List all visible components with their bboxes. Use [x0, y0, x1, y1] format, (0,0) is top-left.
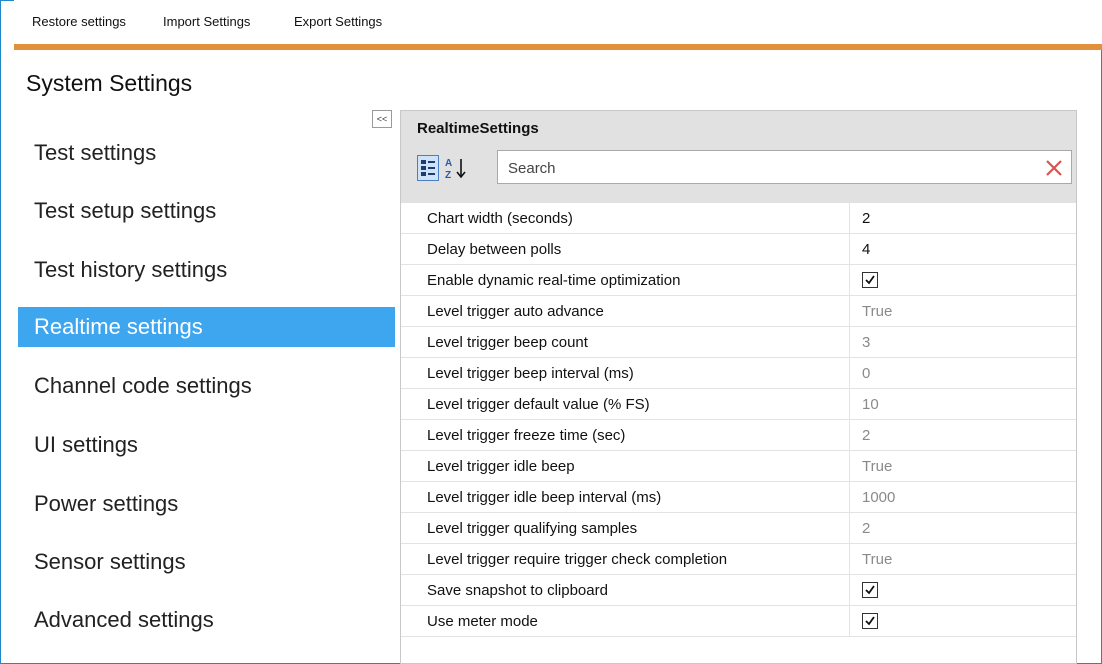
- property-value[interactable]: 2: [862, 513, 870, 544]
- categorized-sort-icon[interactable]: [417, 155, 439, 181]
- collapse-nav-button[interactable]: <<: [372, 110, 392, 128]
- sidebar-item-sensor-settings[interactable]: Sensor settings: [18, 542, 395, 582]
- sidebar-item-test-history-settings[interactable]: Test history settings: [18, 250, 395, 290]
- property-name: Level trigger idle beep interval (ms): [427, 489, 662, 506]
- sidebar-item-power-settings[interactable]: Power settings: [18, 484, 395, 524]
- property-row[interactable]: Level trigger default value (% FS) 10: [401, 389, 1076, 420]
- property-value[interactable]: True: [862, 451, 892, 482]
- page-title: System Settings: [26, 70, 193, 96]
- property-row[interactable]: Delay between polls 4: [401, 234, 1076, 265]
- sidebar-item-channel-code-settings[interactable]: Channel code settings: [18, 366, 395, 406]
- sidebar-item-realtime-settings[interactable]: Realtime settings: [18, 307, 395, 347]
- property-row[interactable]: Level trigger beep count 3: [401, 327, 1076, 358]
- column-divider: [849, 420, 850, 451]
- property-grid-panel: RealtimeSettings A Z Search Chart width …: [400, 110, 1077, 664]
- property-value[interactable]: 10: [862, 389, 879, 420]
- property-name: Level trigger idle beep: [427, 458, 575, 475]
- sidebar-item-test-settings[interactable]: Test settings: [18, 133, 395, 173]
- checkbox-checked-icon[interactable]: [862, 582, 878, 598]
- property-name: Level trigger beep interval (ms): [427, 365, 634, 382]
- property-value[interactable]: 2: [862, 420, 870, 451]
- property-name: Level trigger qualifying samples: [427, 520, 638, 537]
- svg-text:A: A: [445, 158, 452, 169]
- property-value[interactable]: 4: [862, 234, 870, 265]
- column-divider: [849, 513, 850, 544]
- column-divider: [849, 265, 850, 296]
- search-input[interactable]: [506, 157, 1030, 179]
- column-divider: [849, 451, 850, 482]
- alphabetical-sort-icon[interactable]: A Z: [443, 155, 469, 181]
- property-name: Enable dynamic real-time optimization: [427, 272, 681, 289]
- column-divider: [849, 327, 850, 358]
- sidebar-item-test-setup-settings[interactable]: Test setup settings: [18, 191, 395, 231]
- sidebar-item-advanced-settings[interactable]: Advanced settings: [18, 600, 395, 640]
- accent-bar: [14, 44, 1102, 50]
- property-value[interactable]: 1000: [862, 482, 895, 513]
- property-grid-header: RealtimeSettings A Z: [401, 111, 1076, 203]
- property-row[interactable]: Chart width (seconds) 2: [401, 203, 1076, 234]
- checkbox-checked-icon[interactable]: [862, 613, 878, 629]
- column-divider: [849, 358, 850, 389]
- property-name: Save snapshot to clipboard: [427, 582, 608, 599]
- column-divider: [849, 544, 850, 575]
- column-divider: [849, 606, 850, 637]
- property-row[interactable]: Save snapshot to clipboard: [401, 575, 1076, 606]
- property-row[interactable]: Use meter mode: [401, 606, 1076, 637]
- property-name: Level trigger require trigger check comp…: [427, 551, 728, 568]
- property-value[interactable]: 3: [862, 327, 870, 358]
- property-grid-title: RealtimeSettings: [417, 120, 539, 137]
- property-row[interactable]: Level trigger freeze time (sec) 2: [401, 420, 1076, 451]
- property-grid: Chart width (seconds) 2 Delay between poll…: [401, 203, 1076, 637]
- import-settings-menu[interactable]: Import Settings: [163, 14, 250, 29]
- property-name: Level trigger freeze time (sec): [427, 427, 626, 444]
- column-divider: [849, 296, 850, 327]
- property-value[interactable]: 0: [862, 358, 870, 389]
- close-icon[interactable]: [1043, 157, 1065, 179]
- property-value[interactable]: 2: [862, 203, 870, 234]
- column-divider: [849, 234, 850, 265]
- restore-settings-menu[interactable]: Restore settings: [32, 14, 126, 29]
- sidebar-item-ui-settings[interactable]: UI settings: [18, 425, 395, 465]
- property-name: Level trigger auto advance: [427, 303, 604, 320]
- svg-text:Z: Z: [445, 170, 451, 181]
- property-row[interactable]: Level trigger beep interval (ms) 0: [401, 358, 1076, 389]
- property-value[interactable]: True: [862, 544, 892, 575]
- property-row[interactable]: Level trigger idle beep interval (ms) 100…: [401, 482, 1076, 513]
- column-divider: [849, 389, 850, 420]
- property-row[interactable]: Enable dynamic real-time optimization: [401, 265, 1076, 296]
- property-row[interactable]: Level trigger require trigger check comp…: [401, 544, 1076, 575]
- property-name: Delay between polls: [427, 241, 562, 258]
- property-row[interactable]: Level trigger idle beep True: [401, 451, 1076, 482]
- search-box: [497, 150, 1072, 184]
- property-name: Level trigger beep count: [427, 334, 588, 351]
- property-name: Use meter mode: [427, 613, 538, 630]
- property-value[interactable]: True: [862, 296, 892, 327]
- column-divider: [849, 575, 850, 606]
- column-divider: [849, 482, 850, 513]
- checkbox-checked-icon[interactable]: [862, 272, 878, 288]
- property-row[interactable]: Level trigger auto advance True: [401, 296, 1076, 327]
- property-name: Level trigger default value (% FS): [427, 396, 650, 413]
- export-settings-menu[interactable]: Export Settings: [294, 14, 382, 29]
- property-row[interactable]: Level trigger qualifying samples 2: [401, 513, 1076, 544]
- property-name: Chart width (seconds): [427, 210, 573, 227]
- menu-bar: Restore settings Import Settings Export …: [14, 0, 1102, 44]
- column-divider: [849, 203, 850, 234]
